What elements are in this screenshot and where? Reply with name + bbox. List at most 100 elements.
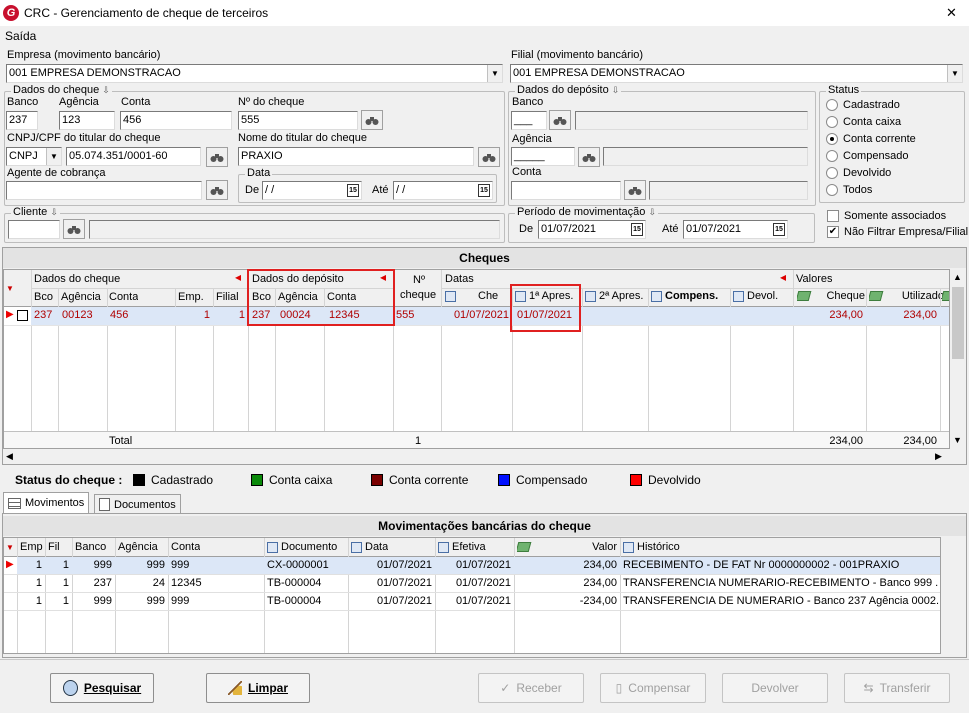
devolver-button[interactable]: Devolver <box>722 673 828 703</box>
table-row[interactable]: 1 1 999 999 999 TB-000004 01/07/2021 01/07/2021… <box>4 593 940 611</box>
mov-vscroll[interactable] <box>941 537 966 654</box>
mov-col-data[interactable]: Data <box>351 541 388 553</box>
num-cheque-input[interactable]: 555 <box>238 111 358 130</box>
search-dep-agencia-binoculars-icon[interactable] <box>578 147 600 167</box>
pesquisar-button[interactable]: Pesquisar <box>50 673 154 703</box>
cheques-vscroll[interactable]: ▲ ▼ <box>950 269 966 449</box>
mov-col-documento[interactable]: Documento <box>267 541 337 553</box>
mov-col-emp[interactable]: Emp <box>20 541 43 553</box>
mov-cell-agencia: 999 <box>146 559 165 571</box>
calendar-icon[interactable]: 15 <box>478 184 490 197</box>
mov-col-agencia[interactable]: Agência <box>118 541 158 553</box>
periodo-ate-input[interactable]: 01/07/2021 15 <box>683 220 788 239</box>
calendar-icon[interactable]: 15 <box>347 184 359 197</box>
checkmark-icon[interactable]: ✔ <box>827 226 839 238</box>
cnpj-input[interactable]: 05.074.351/0001-60 <box>66 147 201 166</box>
col-utilizado[interactable]: Utilizado <box>869 290 944 302</box>
scroll-up-icon[interactable]: ▲ <box>953 272 962 282</box>
checkbox-box[interactable] <box>827 210 839 222</box>
col-agencia[interactable]: Agência <box>61 291 101 303</box>
cliente-code-input[interactable] <box>8 220 60 239</box>
col-emp[interactable]: Emp. <box>178 291 204 303</box>
col-bco[interactable]: Bco <box>34 291 53 303</box>
mov-col-conta[interactable]: Conta <box>171 541 200 553</box>
dep-agencia-input[interactable]: _____ <box>511 147 575 166</box>
table-row[interactable]: 1 1 237 24 12345 TB-000004 01/07/2021 01/07/202… <box>4 575 940 593</box>
calendar-icon[interactable]: 15 <box>773 223 785 236</box>
search-dep-conta-binoculars-icon[interactable] <box>624 180 646 200</box>
col-conta[interactable]: Conta <box>109 291 138 303</box>
transferir-button[interactable]: ⇆ Transferir <box>844 673 950 703</box>
col-valor-cheque[interactable]: Cheque <box>797 290 865 302</box>
somente-associados-checkbox[interactable]: Somente associados <box>827 210 946 222</box>
conta-input[interactable]: 456 <box>120 111 232 130</box>
scroll-right-icon[interactable]: ▶ <box>935 451 942 462</box>
scroll-down-icon[interactable]: ▼ <box>953 435 962 445</box>
cheques-hscroll[interactable]: ◀ ▶ <box>3 449 950 464</box>
calendar-icon[interactable]: 15 <box>631 223 643 236</box>
radio-circle[interactable] <box>826 133 838 145</box>
mov-col-banco[interactable]: Banco <box>75 541 106 553</box>
agencia-input[interactable]: 123 <box>59 111 115 130</box>
radio-circle[interactable] <box>826 99 838 111</box>
search-cliente-binoculars-icon[interactable] <box>63 219 85 239</box>
radio-circle[interactable] <box>826 150 838 162</box>
status-radio-3[interactable]: Compensado <box>826 150 908 162</box>
search-cnpj-binoculars-icon[interactable] <box>206 147 228 167</box>
mov-col-historico[interactable]: Histórico <box>623 541 680 553</box>
col-compens[interactable]: Compens. <box>651 290 718 302</box>
radio-circle[interactable] <box>826 116 838 128</box>
sort-arrow-icon[interactable]: ▼ <box>6 543 14 552</box>
filial-select[interactable]: 001 EMPRESA DEMONSTRACAO ▼ <box>510 64 963 83</box>
col-apres2[interactable]: 2ª Apres. <box>585 290 643 302</box>
status-radio-4[interactable]: Devolvido <box>826 167 891 179</box>
scroll-thumb[interactable] <box>952 287 964 359</box>
menu-saida[interactable]: Saída <box>5 29 36 43</box>
radio-circle[interactable] <box>826 167 838 179</box>
scroll-left-icon[interactable]: ◀ <box>6 451 13 462</box>
status-radio-2[interactable]: Conta corrente <box>826 133 916 145</box>
limpar-button[interactable]: Limpar <box>206 673 310 703</box>
chevron-down-icon[interactable]: ▼ <box>947 65 962 82</box>
cheques-grid[interactable]: ▼ Dados do cheque ◀ Dados do depósito ◀ … <box>3 269 950 449</box>
radio-circle[interactable] <box>826 184 838 196</box>
status-radio-0[interactable]: Cadastrado <box>826 99 900 111</box>
search-agente-binoculars-icon[interactable] <box>206 180 228 200</box>
nao-filtrar-checkbox[interactable]: ✔ Não Filtrar Empresa/Filial <box>827 226 968 238</box>
data-de-input[interactable]: / / 15 <box>262 181 362 200</box>
mov-grid[interactable]: ▼ Emp Fil Banco Agência Conta Documento Data Ef… <box>3 537 941 654</box>
mov-col-fil[interactable]: Fil <box>48 541 60 553</box>
chevron-down-icon[interactable]: ▼ <box>487 65 502 82</box>
periodo-de-input[interactable]: 01/07/2021 15 <box>538 220 646 239</box>
data-ate-input[interactable]: / / 15 <box>393 181 493 200</box>
col-filial[interactable]: Filial <box>216 291 239 303</box>
row-checkbox[interactable] <box>17 310 28 321</box>
tab-documentos[interactable]: Documentos <box>94 494 181 514</box>
status-radio-1[interactable]: Conta caixa <box>826 116 901 128</box>
col-devol[interactable]: Devol. <box>733 290 778 302</box>
search-dep-banco-binoculars-icon[interactable] <box>549 110 571 130</box>
table-row[interactable]: ▶ 1 1 999 999 999 CX-0000001 01/07/2021 01/07/20… <box>4 557 940 575</box>
receber-button[interactable]: ✓ Receber <box>478 673 584 703</box>
search-nome-binoculars-icon[interactable] <box>478 147 500 167</box>
tab-movimentos[interactable]: Movimentos <box>3 492 90 513</box>
chevron-down-icon[interactable]: ▼ <box>46 148 61 165</box>
collapse-arrow-icon[interactable]: ◀ <box>780 273 786 282</box>
nome-input[interactable]: PRAXIO <box>238 147 474 166</box>
mov-col-valor[interactable]: Valor <box>517 541 617 553</box>
dep-banco-input[interactable]: ___ <box>511 111 547 130</box>
collapse-arrow-icon[interactable]: ◀ <box>235 273 241 282</box>
agente-input[interactable] <box>6 181 202 200</box>
compensar-button[interactable]: ▯ Compensar <box>600 673 706 703</box>
empresa-select[interactable]: 001 EMPRESA DEMONSTRACAO ▼ <box>6 64 503 83</box>
search-cheque-binoculars-icon[interactable] <box>361 110 383 130</box>
dep-conta-input[interactable] <box>511 181 621 200</box>
mov-col-efetiva[interactable]: Efetiva <box>438 541 486 553</box>
col-data-cheque[interactable]: Cheque <box>445 290 498 302</box>
sort-arrow-icon[interactable]: ▼ <box>6 284 14 293</box>
cnpj-type-select[interactable]: CNPJ ▼ <box>6 147 62 166</box>
banco-input[interactable]: 237 <box>6 111 38 130</box>
close-icon[interactable]: ✕ <box>946 5 957 21</box>
status-radio-5[interactable]: Todos <box>826 184 872 196</box>
table-row[interactable]: ▶ 237 00123 456 1 1 237 00024 12345 555 … <box>4 307 949 325</box>
